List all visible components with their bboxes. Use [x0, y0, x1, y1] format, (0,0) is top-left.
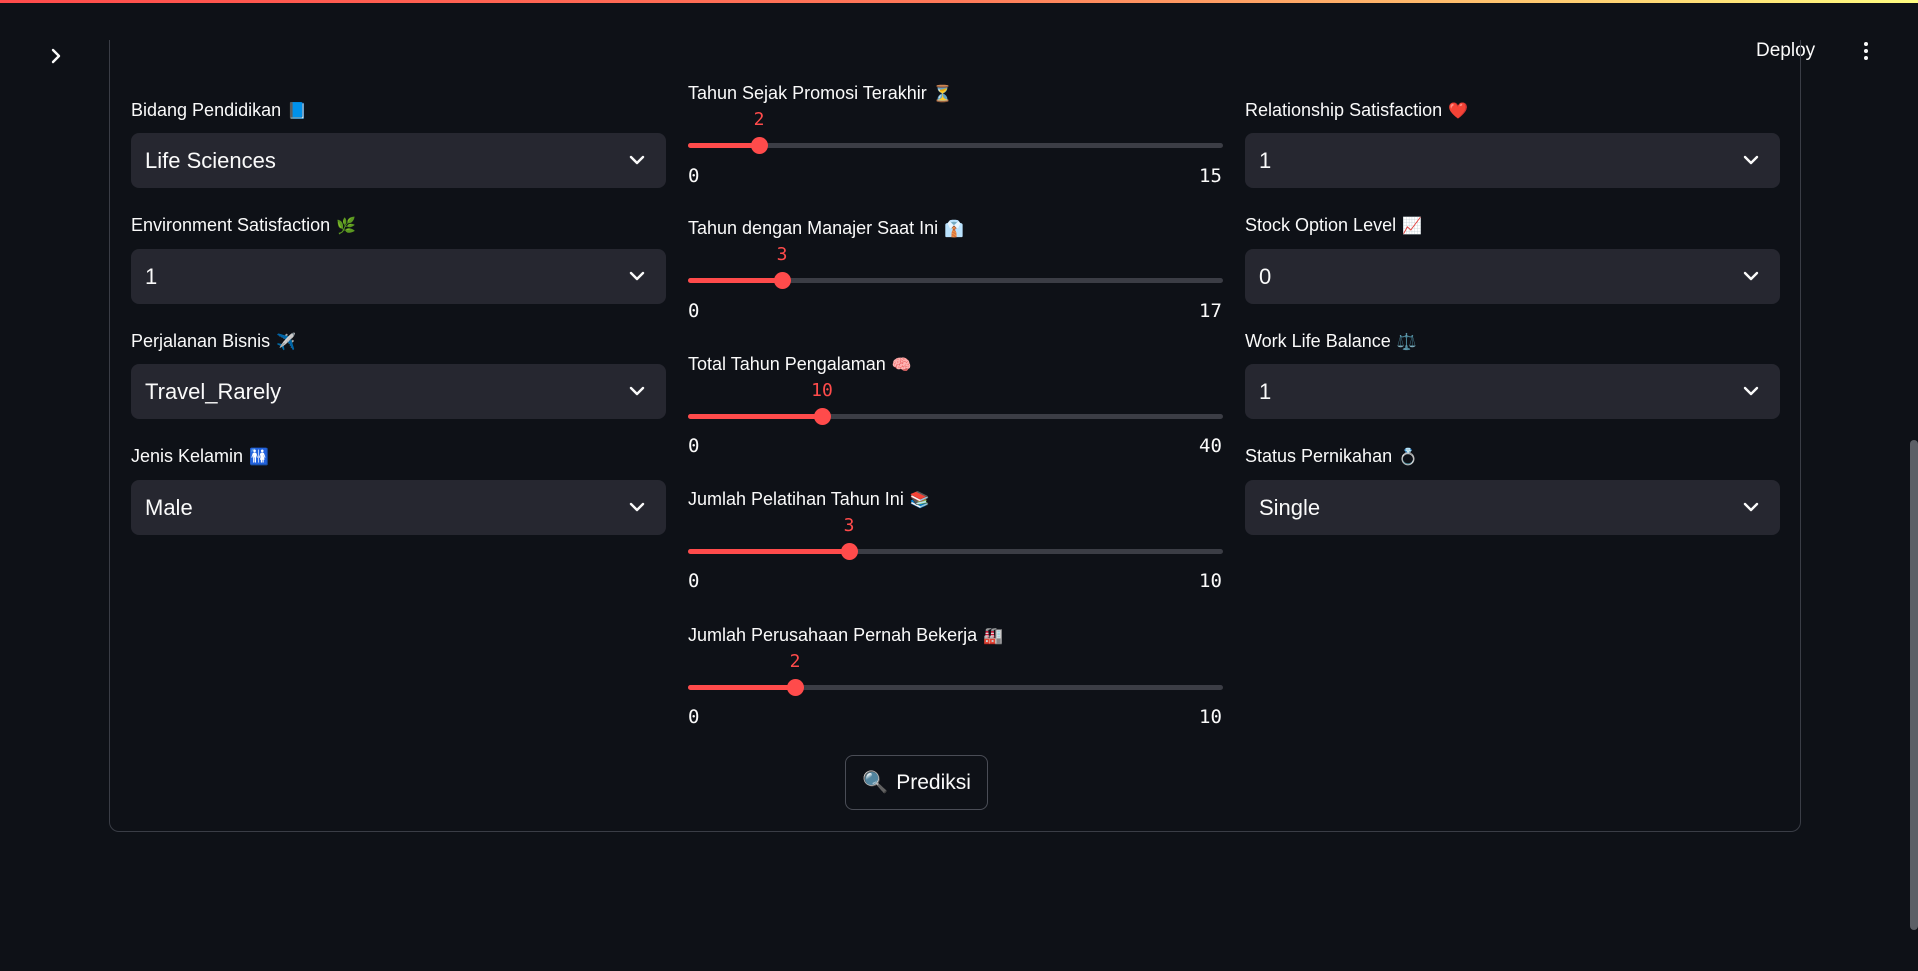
slider-min: 0 [688, 706, 700, 728]
select-perjalanan-bisnis[interactable]: Travel_Rarely [131, 364, 666, 419]
slider-track-jumlah-perusahaan[interactable]: 2 [688, 651, 1223, 696]
slider-max: 10 [1199, 706, 1222, 728]
chart-increasing-icon: 📈 [1402, 216, 1423, 235]
heart-icon: ❤️ [1448, 101, 1469, 120]
slider-thumb[interactable] [787, 679, 804, 696]
slider-min: 0 [688, 570, 700, 592]
slider-label-tahun-dengan-manajer: Tahun dengan Manajer Saat Ini 👔 [688, 218, 965, 238]
slider-fill [688, 685, 795, 690]
field-label-perjalanan-bisnis: Perjalanan Bisnis ✈️ [131, 331, 296, 351]
slider-value: 2 [753, 109, 765, 130]
ring-icon: 💍 [1398, 447, 1419, 466]
slider-max: 17 [1199, 300, 1222, 322]
chevron-down-icon [629, 502, 645, 512]
select-environment-satisfaction[interactable]: 1 [131, 249, 666, 304]
select-value: 1 [1259, 379, 1272, 404]
select-bidang-pendidikan[interactable]: Life Sciences [131, 133, 666, 188]
slider-min: 0 [688, 435, 700, 457]
slider-min: 0 [688, 300, 700, 322]
select-value: Single [1259, 495, 1321, 520]
magnifier-icon: 🔍 [862, 770, 889, 794]
slider-label-total-tahun-pengalaman: Total Tahun Pengalaman 🧠 [688, 354, 912, 374]
sidebar-expand-button[interactable] [44, 44, 68, 68]
slider-value: 10 [811, 380, 833, 401]
brain-icon: 🧠 [891, 355, 912, 374]
books-icon: 📚 [909, 490, 930, 509]
slider-min: 0 [688, 165, 700, 187]
field-label-work-life-balance: Work Life Balance ⚖️ [1245, 331, 1417, 351]
field-label-jenis-kelamin: Jenis Kelamin 🚻 [131, 446, 269, 466]
restroom-icon: 🚻 [249, 447, 269, 466]
field-label-relationship-satisfaction: Relationship Satisfaction ❤️ [1245, 100, 1469, 120]
slider-thumb[interactable] [814, 408, 831, 425]
select-jenis-kelamin[interactable]: Male [131, 480, 666, 535]
field-label-status-pernikahan: Status Pernikahan 💍 [1245, 446, 1419, 466]
businessperson-icon: 👔 [944, 219, 965, 238]
slider-track-jumlah-pelatihan[interactable]: 3 [688, 515, 1223, 560]
slider-max: 40 [1199, 435, 1222, 457]
select-stock-option-level[interactable]: 0 [1245, 249, 1780, 304]
field-label-bidang-pendidikan: Bidang Pendidikan 📘 [131, 100, 308, 120]
chevron-down-icon [1743, 271, 1759, 281]
page-scrollbar[interactable] [1910, 440, 1918, 930]
slider-label-jumlah-perusahaan: Jumlah Perusahaan Pernah Bekerja 🏭 [688, 625, 1004, 645]
predict-button-label: Prediksi [896, 770, 971, 794]
slider-fill [688, 414, 822, 419]
predict-button[interactable]: 🔍 Prediksi [845, 755, 988, 810]
slider-thumb[interactable] [751, 137, 768, 154]
slider-fill [688, 549, 849, 554]
select-relationship-satisfaction[interactable]: 1 [1245, 133, 1780, 188]
hourglass-icon: ⏳ [932, 84, 953, 103]
slider-label-tahun-sejak-promosi: Tahun Sejak Promosi Terakhir ⏳ [688, 83, 953, 103]
select-status-pernikahan[interactable]: Single [1245, 480, 1780, 535]
balance-scale-icon: ⚖️ [1396, 332, 1417, 351]
field-label-stock-option-level: Stock Option Level 📈 [1245, 215, 1423, 235]
slider-fill [688, 143, 759, 148]
factory-icon: 🏭 [983, 626, 1004, 645]
select-value: 0 [1259, 264, 1272, 289]
slider-thumb[interactable] [774, 272, 791, 289]
slider-track-tahun-dengan-manajer[interactable]: 3 [688, 244, 1223, 289]
more-vertical-icon [1864, 42, 1868, 46]
slider-track-tahun-sejak-promosi[interactable]: 2 [688, 109, 1223, 154]
slider-max: 15 [1199, 165, 1222, 187]
chevron-down-icon [629, 271, 645, 281]
slider-fill [688, 278, 782, 283]
top-accent-line [0, 0, 1918, 3]
chevron-down-icon [1743, 386, 1759, 396]
select-value: 1 [1259, 148, 1272, 173]
select-value: Travel_Rarely [145, 379, 282, 404]
chevron-down-icon [1743, 502, 1759, 512]
field-label-environment-satisfaction: Environment Satisfaction 🌿 [131, 215, 357, 235]
herb-icon: 🌿 [336, 216, 357, 235]
airplane-icon: ✈️ [276, 332, 296, 351]
book-icon: 📘 [287, 101, 308, 120]
select-work-life-balance[interactable]: 1 [1245, 364, 1780, 419]
chevron-down-icon [629, 155, 645, 165]
chevron-down-icon [629, 386, 645, 396]
select-value: 1 [145, 264, 158, 289]
slider-label-jumlah-pelatihan: Jumlah Pelatihan Tahun Ini 📚 [688, 489, 930, 509]
slider-value: 3 [843, 515, 855, 536]
chevron-right-icon [51, 48, 61, 64]
slider-thumb[interactable] [841, 543, 858, 560]
main-menu-button[interactable] [1854, 36, 1878, 66]
select-value: Life Sciences [145, 148, 276, 173]
slider-value: 2 [789, 651, 801, 672]
slider-track-total-tahun-pengalaman[interactable]: 10 [688, 380, 1223, 425]
slider-max: 10 [1199, 570, 1222, 592]
slider-value: 3 [776, 244, 788, 265]
chevron-down-icon [1743, 155, 1759, 165]
select-value: Male [145, 495, 193, 520]
